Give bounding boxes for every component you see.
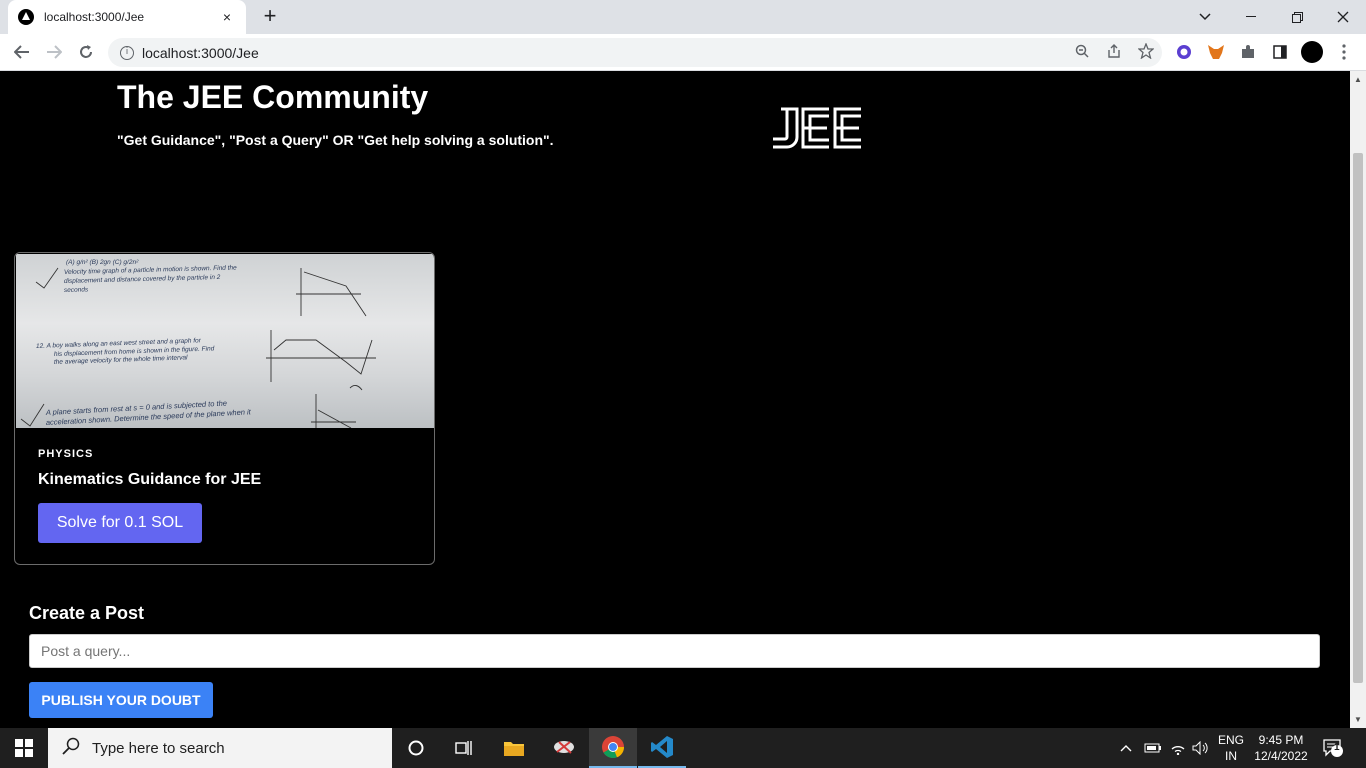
windows-start-icon[interactable] [0,728,48,768]
tab-close-icon[interactable]: × [218,9,236,25]
browser-tab-bar: localhost:3000/Jee × + [0,0,1366,34]
taskbar-search-box[interactable]: Type here to search [48,728,392,768]
vscode-taskbar-icon[interactable] [638,728,686,768]
show-hidden-icons-chevron-icon[interactable] [1120,728,1132,768]
tab-title: localhost:3000/Jee [44,10,145,24]
page-content: The JEE Community "Get Guidance", "Post … [0,71,1350,728]
post-card-image: (A) g/n² (B) 2gn (C) g/2n² Velocity time… [16,254,434,428]
create-post-heading: Create a Post [29,603,145,623]
region-code: IN [1225,749,1237,763]
page-title: The JEE Community [117,79,429,115]
clock-time: 9:45 PM [1258,733,1304,747]
tab-search-chevron-icon[interactable] [1182,0,1228,34]
scroll-up-icon[interactable]: ▲ [1354,75,1362,84]
notification-count-badge: 1 [1334,742,1340,753]
browser-toolbar: i localhost:3000/Jee [0,34,1366,71]
url-text: localhost:3000/Jee [142,44,259,61]
search-icon [62,737,80,760]
bookmark-star-icon[interactable] [1130,42,1162,62]
post-category: PHYSICS [38,448,94,460]
publish-doubt-button[interactable]: PUBLISH YOUR DOUBT [29,682,213,718]
address-bar[interactable]: i localhost:3000/Jee [108,38,1162,67]
profile-avatar[interactable] [1300,40,1324,64]
jee-logo [773,107,861,149]
windows-taskbar: Type here to search ENG IN 9:45 PM 12/4/… [0,728,1366,768]
post-title: Kinematics Guidance for JEE [38,471,262,488]
vercel-favicon-icon [18,9,34,25]
post-card: (A) g/n² (B) 2gn (C) g/2n² Velocity time… [14,252,435,565]
language-code: ENG [1217,733,1244,747]
scroll-down-icon[interactable]: ▼ [1354,715,1362,724]
battery-icon[interactable] [1144,728,1162,768]
taskbar-search-placeholder: Type here to search [92,739,225,757]
task-view-icon[interactable] [440,728,488,768]
wifi-icon[interactable] [1170,728,1186,768]
scrollbar-thumb[interactable] [1353,153,1363,683]
metamask-fox-icon[interactable] [1206,42,1226,62]
image-line-3: displacement and distance covered by the… [64,274,221,285]
solve-button[interactable]: Solve for 0.1 SOL [38,503,202,543]
cortana-icon[interactable] [392,728,440,768]
clock-date: 12/4/2022 [1254,749,1308,763]
share-icon[interactable] [1098,44,1130,61]
close-window-icon[interactable] [1320,0,1366,34]
page-scrollbar[interactable]: ▲ ▼ [1350,71,1366,728]
new-tab-button[interactable]: + [258,5,282,29]
volume-icon[interactable] [1192,728,1210,768]
browser-tab[interactable]: localhost:3000/Jee × [8,0,246,34]
side-panel-icon[interactable] [1270,42,1290,62]
extensions-puzzle-icon[interactable] [1238,42,1258,62]
zoom-icon[interactable] [1066,44,1098,61]
back-icon[interactable] [10,40,34,64]
post-query-input[interactable] [29,634,1320,668]
clock[interactable]: 9:45 PM 12/4/2022 [1252,728,1310,768]
extension-purple-icon[interactable] [1174,42,1194,62]
browser-menu-icon[interactable] [1334,42,1354,62]
image-line-4: seconds [64,286,89,294]
snipping-tool-icon[interactable] [540,728,588,768]
image-line-1: (A) g/n² (B) 2gn (C) g/2n² [66,259,139,266]
language-indicator[interactable]: ENG IN [1216,728,1246,768]
site-info-icon[interactable]: i [120,45,134,60]
file-explorer-icon[interactable] [490,728,538,768]
restore-icon[interactable] [1274,0,1320,34]
forward-icon[interactable] [42,40,66,64]
notification-center-icon[interactable]: 1 [1322,728,1344,768]
chrome-taskbar-icon[interactable] [589,728,637,768]
minimize-icon[interactable] [1228,0,1274,34]
page-subtitle: "Get Guidance", "Post a Query" OR "Get h… [117,132,554,148]
reload-icon[interactable] [74,40,98,64]
